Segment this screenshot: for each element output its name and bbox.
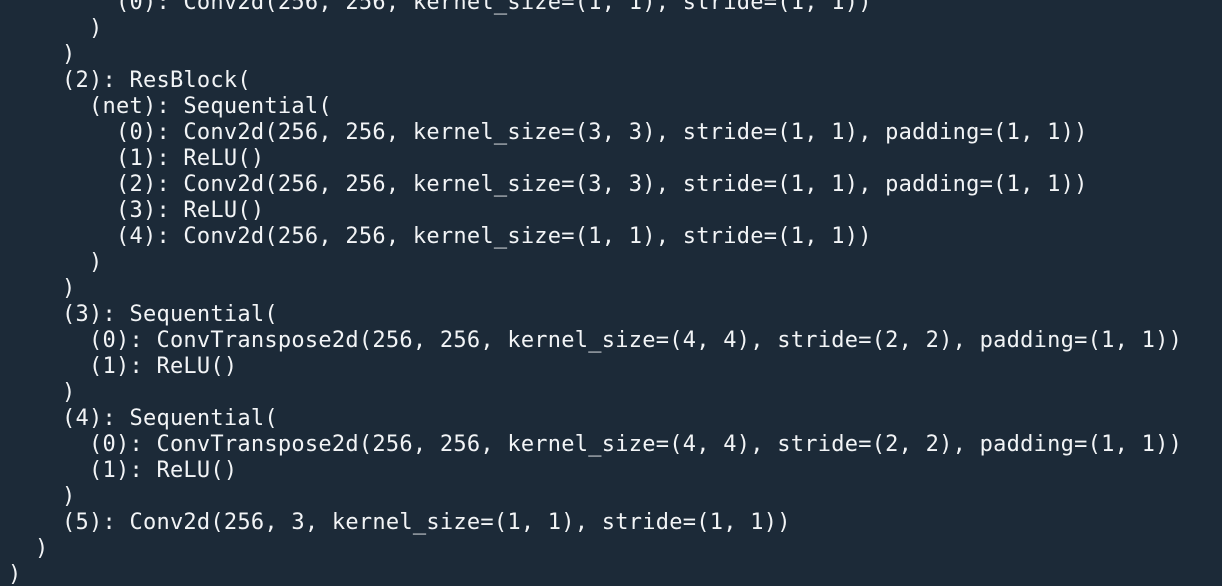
output-line: (3): ReLU() (8, 198, 265, 223)
terminal-output: (0): Conv2d(256, 256, kernel_size=(1, 1)… (8, 0, 1182, 586)
output-line: (1): ReLU() (8, 146, 265, 171)
output-line: ) (8, 250, 103, 275)
output-line: (4): Sequential( (8, 406, 278, 431)
output-line: (1): ReLU() (8, 458, 238, 483)
output-line: (2): ResBlock( (8, 68, 251, 93)
output-line: (5): Conv2d(256, 3, kernel_size=(1, 1), … (8, 510, 791, 535)
output-line: (0): Conv2d(256, 256, kernel_size=(3, 3)… (8, 120, 1088, 145)
output-line: ) (8, 562, 22, 586)
output-line: (1): ReLU() (8, 354, 238, 379)
terminal-window[interactable]: (0): Conv2d(256, 256, kernel_size=(1, 1)… (0, 0, 1222, 586)
output-line: ) (8, 380, 76, 405)
output-line: (0): ConvTranspose2d(256, 256, kernel_si… (8, 432, 1183, 457)
output-line: ) (8, 16, 103, 41)
output-line: ) (8, 536, 49, 561)
output-line: (4): Conv2d(256, 256, kernel_size=(1, 1)… (8, 224, 872, 249)
output-line: ) (8, 484, 76, 509)
output-line: (0): ConvTranspose2d(256, 256, kernel_si… (8, 328, 1183, 353)
output-line: (3): Sequential( (8, 302, 278, 327)
output-line: ) (8, 276, 76, 301)
output-line: (2): Conv2d(256, 256, kernel_size=(3, 3)… (8, 172, 1088, 197)
output-line: ) (8, 42, 76, 67)
output-line: (net): Sequential( (8, 94, 332, 119)
output-line: (0): Conv2d(256, 256, kernel_size=(1, 1)… (8, 0, 872, 15)
